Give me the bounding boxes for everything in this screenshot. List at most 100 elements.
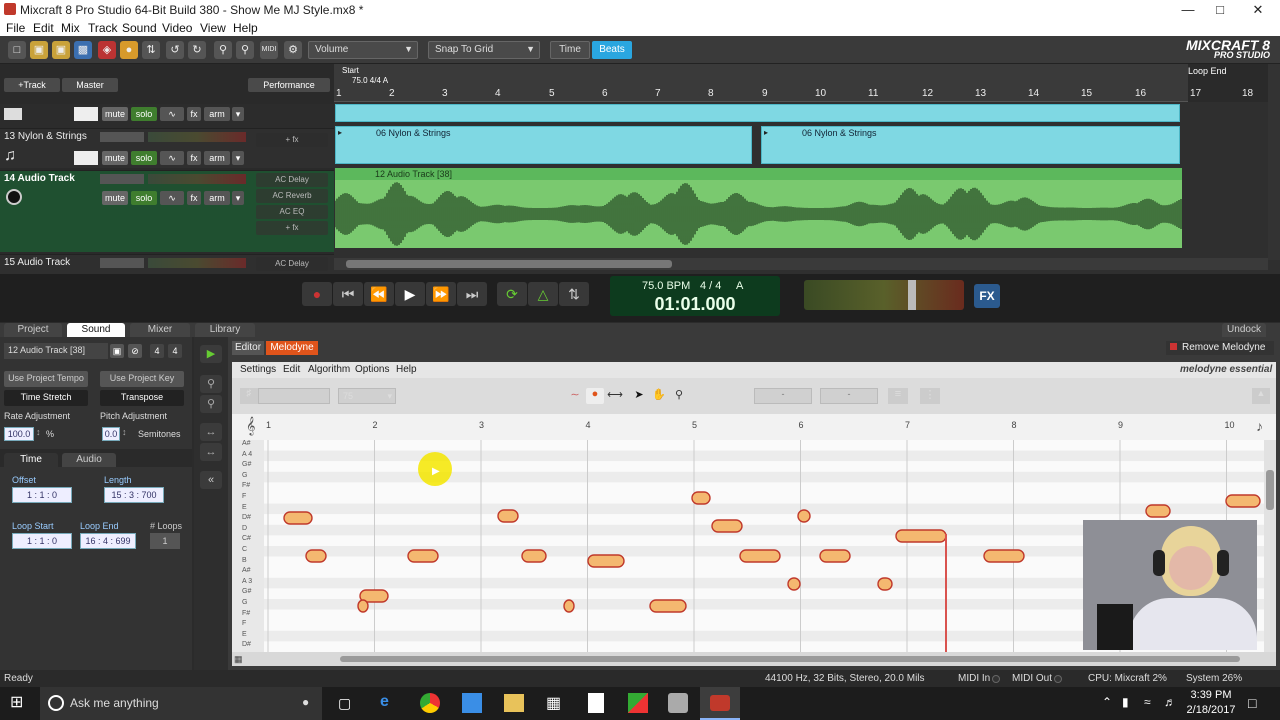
beats-numerator[interactable]: 4 <box>150 344 164 358</box>
clip-menu-icon[interactable]: ▸ <box>338 128 348 138</box>
note-blob[interactable] <box>563 599 575 613</box>
loop-start-input[interactable]: 1 : 1 : 0 <box>12 533 72 549</box>
zoom-out-icon[interactable]: ⚲ <box>236 41 254 59</box>
note-blob[interactable] <box>983 549 1025 563</box>
note-blob[interactable] <box>357 599 369 613</box>
scroll-thumb[interactable] <box>1266 470 1274 510</box>
add-fx-button[interactable]: + fx <box>256 221 328 235</box>
clock-date[interactable]: 2/18/2017 <box>1184 704 1238 716</box>
mute-button[interactable]: mute <box>102 107 128 121</box>
automation-icon[interactable]: ∿ <box>160 191 184 205</box>
eject-icon[interactable]: ▲ <box>1252 388 1270 404</box>
overview-scroll[interactable] <box>340 656 1240 662</box>
timing-tool-icon[interactable]: ⟷ <box>606 388 624 404</box>
hand-tool-icon[interactable]: ✋ <box>650 388 668 404</box>
note-blob[interactable] <box>691 491 711 505</box>
close-icon[interactable]: ✕ <box>1248 2 1268 18</box>
automation-icon[interactable]: ∿ <box>160 107 184 121</box>
skip-back-icon[interactable]: ⏮ <box>333 282 363 306</box>
remove-melodyne-button[interactable]: Remove Melodyne <box>1166 341 1274 355</box>
save-icon[interactable]: ▩ <box>74 41 92 59</box>
beats-denominator[interactable]: 4 <box>168 344 182 358</box>
record-icon[interactable]: ● <box>302 282 332 306</box>
quantize-icon[interactable]: ≡ <box>888 388 908 404</box>
notification-icon[interactable]: □ <box>1248 695 1256 711</box>
menu-track[interactable]: Track <box>88 21 118 35</box>
note-field[interactable] <box>258 388 330 404</box>
fx-slot-ac-eq[interactable]: AC EQ <box>256 205 328 219</box>
task-view-icon[interactable]: ▢ <box>338 695 356 711</box>
transpose-button[interactable]: Transpose <box>100 390 184 406</box>
zoom-in-icon[interactable]: ⚲ <box>200 375 222 393</box>
collapse-icon[interactable]: « <box>200 471 222 489</box>
clock-time[interactable]: 3:39 PM <box>1188 689 1234 701</box>
note-blob[interactable] <box>521 549 547 563</box>
menu-algorithm[interactable]: Algorithm <box>308 364 350 375</box>
clip-name-field[interactable]: 12 Audio Track [38] <box>4 343 108 359</box>
use-project-key-button[interactable]: Use Project Key <box>100 371 184 387</box>
play-icon[interactable]: ▶ <box>200 345 222 363</box>
note-blob[interactable] <box>787 577 801 591</box>
note-blob[interactable] <box>407 549 439 563</box>
automation-icon[interactable]: ∿ <box>160 151 184 165</box>
chevron-down-icon[interactable]: ▾ <box>232 191 244 205</box>
add-fx-button[interactable]: + fx <box>256 133 328 147</box>
minimize-icon[interactable]: — <box>1178 2 1198 17</box>
volume-slider[interactable] <box>148 132 246 142</box>
length-input[interactable]: 15 : 3 : 700 <box>104 487 164 503</box>
arm-button[interactable]: arm <box>204 107 230 121</box>
snap-select[interactable]: Snap To Grid ▼ <box>428 41 540 59</box>
arm-button[interactable]: arm <box>204 191 230 205</box>
note-blob[interactable] <box>305 549 327 563</box>
track-header-selected[interactable]: 14 Audio Track mute solo ∿ fx arm ▾ AC D… <box>0 170 334 252</box>
mute-button[interactable]: mute <box>102 151 128 165</box>
chevron-up-icon[interactable]: ⌃ <box>1102 695 1112 709</box>
arm-button[interactable]: arm <box>204 151 230 165</box>
rate-input[interactable]: 100.0 <box>4 427 34 441</box>
volume-slider[interactable] <box>148 258 246 268</box>
midi-clip[interactable] <box>335 104 1180 122</box>
wifi-icon[interactable]: ≈ <box>1144 695 1151 709</box>
tempo-icon[interactable]: ⇅ <box>559 282 589 306</box>
master-button[interactable]: Master <box>62 78 118 92</box>
note-blob[interactable] <box>797 509 811 523</box>
beats-toggle[interactable]: Beats <box>592 41 632 59</box>
use-project-tempo-button[interactable]: Use Project Tempo <box>4 371 88 387</box>
midi-icon[interactable]: MIDI <box>260 41 278 59</box>
tab-time[interactable]: Time <box>4 453 58 467</box>
mute-button[interactable]: mute <box>102 191 128 205</box>
volume-slider[interactable] <box>148 174 246 184</box>
scale-icon[interactable]: ♯ <box>240 388 258 404</box>
redo-icon[interactable]: ↻ <box>188 41 206 59</box>
menu-mix[interactable]: Mix <box>61 21 80 35</box>
open-folder-icon[interactable]: ▣ <box>30 41 48 59</box>
tab-mixer[interactable]: Mixer <box>130 323 190 337</box>
expand-icon[interactable]: ↔ <box>200 423 222 441</box>
edge-icon[interactable]: e <box>380 693 400 713</box>
pitch-tool-icon[interactable]: ∼ <box>566 388 584 404</box>
undo-icon[interactable]: ↺ <box>166 41 184 59</box>
fx-button[interactable]: fx <box>187 191 201 205</box>
note-blob[interactable] <box>649 599 687 613</box>
fx-button[interactable]: FX <box>974 284 1000 308</box>
windows-start-icon[interactable]: ⊞ <box>10 694 28 712</box>
zoom-tool-icon[interactable]: ⚲ <box>670 388 688 404</box>
tab-melodyne[interactable]: Melodyne <box>266 341 318 355</box>
document-icon[interactable] <box>588 693 604 713</box>
chrome-icon[interactable] <box>420 693 440 713</box>
melodyne-overview[interactable]: ▦ <box>232 652 1276 666</box>
new-file-icon[interactable]: □ <box>8 41 26 59</box>
undock-button[interactable]: Undock <box>1222 323 1266 337</box>
note-blob[interactable] <box>283 511 313 525</box>
pan-slider[interactable] <box>100 132 144 142</box>
tab-library[interactable]: Library <box>195 323 255 337</box>
gear-icon[interactable]: ⚙ <box>284 41 302 59</box>
play-icon[interactable]: ▶ <box>395 282 425 306</box>
menu-edit[interactable]: Edit <box>283 364 300 375</box>
loop-icon[interactable]: ⟳ <box>497 282 527 306</box>
app-icon[interactable] <box>628 693 648 713</box>
add-track-button[interactable]: +Track <box>4 78 60 92</box>
editor-vertical-scrollbar[interactable] <box>1264 440 1276 652</box>
tab-editor[interactable]: Editor <box>232 341 264 355</box>
clip-menu-icon[interactable]: ▸ <box>764 128 774 138</box>
